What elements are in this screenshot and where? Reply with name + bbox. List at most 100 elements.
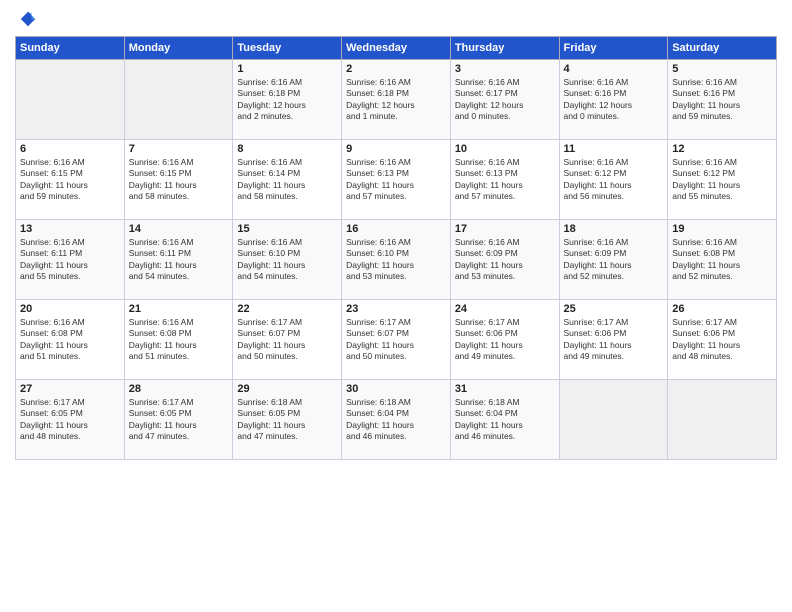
calendar-cell: 8 Sunrise: 6:16 AM Sunset: 6:14 PM Daylig… <box>233 140 342 220</box>
calendar-cell: 2 Sunrise: 6:16 AM Sunset: 6:18 PM Daylig… <box>342 60 451 140</box>
day-number: 30 <box>346 383 446 395</box>
calendar-cell: 28Sunrise: 6:17 AM Sunset: 6:05 PM Dayli… <box>124 380 233 460</box>
calendar-cell: 22Sunrise: 6:17 AM Sunset: 6:07 PM Dayli… <box>233 300 342 380</box>
cell-info: Sunrise: 6:16 AM Sunset: 6:13 PM Dayligh… <box>455 157 555 203</box>
calendar-cell: 13 Sunrise: 6:16 AM Sunset: 6:11 PM Dayli… <box>16 220 125 300</box>
cell-info: Sunrise: 6:18 AM Sunset: 6:04 PM Dayligh… <box>346 397 446 443</box>
day-number: 15 <box>237 223 337 235</box>
day-number: 27 <box>20 383 120 395</box>
day-number: 23 <box>346 303 446 315</box>
cell-info: Sunrise: 6:17 AM Sunset: 6:05 PM Dayligh… <box>20 397 120 443</box>
cell-info: Sunrise: 6:16 AM Sunset: 6:08 PM Dayligh… <box>672 237 772 283</box>
day-number: 13 <box>20 223 120 235</box>
calendar-cell: 24 Sunrise: 6:17 AM Sunset: 6:06 PM Dayli… <box>450 300 559 380</box>
day-number: 29 <box>237 383 337 395</box>
calendar-cell <box>668 380 777 460</box>
day-number: 6 <box>20 143 120 155</box>
day-number: 31 <box>455 383 555 395</box>
cell-info: Sunrise: 6:16 AM Sunset: 6:16 PM Dayligh… <box>564 77 664 123</box>
day-number: 9 <box>346 143 446 155</box>
col-header-friday: Friday <box>559 37 668 60</box>
cell-info: Sunrise: 6:16 AM Sunset: 6:09 PM Dayligh… <box>455 237 555 283</box>
day-number: 10 <box>455 143 555 155</box>
calendar-cell: 12 Sunrise: 6:16 AM Sunset: 6:12 PM Dayli… <box>668 140 777 220</box>
cell-info: Sunrise: 6:17 AM Sunset: 6:06 PM Dayligh… <box>455 317 555 363</box>
logo <box>15 10 37 28</box>
cell-info: Sunrise: 6:18 AM Sunset: 6:05 PM Dayligh… <box>237 397 337 443</box>
day-number: 14 <box>129 223 229 235</box>
cell-info: Sunrise: 6:16 AM Sunset: 6:13 PM Dayligh… <box>346 157 446 203</box>
calendar-cell <box>124 60 233 140</box>
calendar-cell: 1 Sunrise: 6:16 AM Sunset: 6:18 PM Daylig… <box>233 60 342 140</box>
calendar-cell: 17 Sunrise: 6:16 AM Sunset: 6:09 PM Dayli… <box>450 220 559 300</box>
calendar-cell: 27 Sunrise: 6:17 AM Sunset: 6:05 PM Dayli… <box>16 380 125 460</box>
day-number: 21 <box>129 303 229 315</box>
day-number: 3 <box>455 63 555 75</box>
cell-info: Sunrise: 6:16 AM Sunset: 6:11 PM Dayligh… <box>20 237 120 283</box>
day-number: 2 <box>346 63 446 75</box>
calendar-cell: 21 Sunrise: 6:16 AM Sunset: 6:08 PM Dayli… <box>124 300 233 380</box>
calendar-cell: 18 Sunrise: 6:16 AM Sunset: 6:09 PM Dayli… <box>559 220 668 300</box>
day-number: 12 <box>672 143 772 155</box>
day-number: 11 <box>564 143 664 155</box>
calendar-cell: 5Sunrise: 6:16 AM Sunset: 6:16 PM Daylig… <box>668 60 777 140</box>
day-number: 18 <box>564 223 664 235</box>
calendar-cell: 20 Sunrise: 6:16 AM Sunset: 6:08 PM Dayli… <box>16 300 125 380</box>
cell-info: Sunrise: 6:16 AM Sunset: 6:08 PM Dayligh… <box>20 317 120 363</box>
day-number: 19 <box>672 223 772 235</box>
calendar-week-row: 20 Sunrise: 6:16 AM Sunset: 6:08 PM Dayli… <box>16 300 777 380</box>
calendar-week-row: 1 Sunrise: 6:16 AM Sunset: 6:18 PM Daylig… <box>16 60 777 140</box>
cell-info: Sunrise: 6:18 AM Sunset: 6:04 PM Dayligh… <box>455 397 555 443</box>
cell-info: Sunrise: 6:17 AM Sunset: 6:05 PM Dayligh… <box>129 397 229 443</box>
day-number: 7 <box>129 143 229 155</box>
cell-info: Sunrise: 6:16 AM Sunset: 6:15 PM Dayligh… <box>20 157 120 203</box>
calendar-cell: 15 Sunrise: 6:16 AM Sunset: 6:10 PM Dayli… <box>233 220 342 300</box>
cell-info: Sunrise: 6:16 AM Sunset: 6:12 PM Dayligh… <box>672 157 772 203</box>
day-number: 1 <box>237 63 337 75</box>
cell-info: Sunrise: 6:16 AM Sunset: 6:18 PM Dayligh… <box>237 77 337 123</box>
calendar-week-row: 6 Sunrise: 6:16 AM Sunset: 6:15 PM Daylig… <box>16 140 777 220</box>
calendar-cell: 16Sunrise: 6:16 AM Sunset: 6:10 PM Dayli… <box>342 220 451 300</box>
calendar-cell: 26 Sunrise: 6:17 AM Sunset: 6:06 PM Dayli… <box>668 300 777 380</box>
calendar-cell: 10 Sunrise: 6:16 AM Sunset: 6:13 PM Dayli… <box>450 140 559 220</box>
cell-info: Sunrise: 6:16 AM Sunset: 6:16 PM Dayligh… <box>672 77 772 123</box>
calendar-cell: 9 Sunrise: 6:16 AM Sunset: 6:13 PM Daylig… <box>342 140 451 220</box>
cell-info: Sunrise: 6:16 AM Sunset: 6:09 PM Dayligh… <box>564 237 664 283</box>
calendar-cell: 29 Sunrise: 6:18 AM Sunset: 6:05 PM Dayli… <box>233 380 342 460</box>
day-number: 26 <box>672 303 772 315</box>
col-header-thursday: Thursday <box>450 37 559 60</box>
cell-info: Sunrise: 6:16 AM Sunset: 6:11 PM Dayligh… <box>129 237 229 283</box>
calendar-cell: 7Sunrise: 6:16 AM Sunset: 6:15 PM Daylig… <box>124 140 233 220</box>
logo-icon <box>19 10 37 28</box>
col-header-wednesday: Wednesday <box>342 37 451 60</box>
calendar-cell: 19 Sunrise: 6:16 AM Sunset: 6:08 PM Dayli… <box>668 220 777 300</box>
calendar-cell: 30 Sunrise: 6:18 AM Sunset: 6:04 PM Dayli… <box>342 380 451 460</box>
calendar-cell: 25Sunrise: 6:17 AM Sunset: 6:06 PM Dayli… <box>559 300 668 380</box>
cell-info: Sunrise: 6:16 AM Sunset: 6:10 PM Dayligh… <box>237 237 337 283</box>
page-header <box>15 10 777 28</box>
calendar-week-row: 27 Sunrise: 6:17 AM Sunset: 6:05 PM Dayli… <box>16 380 777 460</box>
calendar-week-row: 13 Sunrise: 6:16 AM Sunset: 6:11 PM Dayli… <box>16 220 777 300</box>
cell-info: Sunrise: 6:16 AM Sunset: 6:14 PM Dayligh… <box>237 157 337 203</box>
col-header-tuesday: Tuesday <box>233 37 342 60</box>
day-number: 17 <box>455 223 555 235</box>
calendar-cell: 6 Sunrise: 6:16 AM Sunset: 6:15 PM Daylig… <box>16 140 125 220</box>
day-number: 24 <box>455 303 555 315</box>
cell-info: Sunrise: 6:17 AM Sunset: 6:06 PM Dayligh… <box>672 317 772 363</box>
calendar-cell: 31 Sunrise: 6:18 AM Sunset: 6:04 PM Dayli… <box>450 380 559 460</box>
calendar-cell <box>559 380 668 460</box>
calendar-cell: 11 Sunrise: 6:16 AM Sunset: 6:12 PM Dayli… <box>559 140 668 220</box>
cell-info: Sunrise: 6:16 AM Sunset: 6:18 PM Dayligh… <box>346 77 446 123</box>
calendar-cell <box>16 60 125 140</box>
day-number: 8 <box>237 143 337 155</box>
calendar-cell: 3Sunrise: 6:16 AM Sunset: 6:17 PM Daylig… <box>450 60 559 140</box>
day-number: 4 <box>564 63 664 75</box>
cell-info: Sunrise: 6:16 AM Sunset: 6:08 PM Dayligh… <box>129 317 229 363</box>
cell-info: Sunrise: 6:16 AM Sunset: 6:12 PM Dayligh… <box>564 157 664 203</box>
calendar-cell: 14 Sunrise: 6:16 AM Sunset: 6:11 PM Dayli… <box>124 220 233 300</box>
calendar-table: SundayMondayTuesdayWednesdayThursdayFrid… <box>15 36 777 460</box>
day-number: 16 <box>346 223 446 235</box>
cell-info: Sunrise: 6:17 AM Sunset: 6:06 PM Dayligh… <box>564 317 664 363</box>
cell-info: Sunrise: 6:17 AM Sunset: 6:07 PM Dayligh… <box>346 317 446 363</box>
day-number: 20 <box>20 303 120 315</box>
